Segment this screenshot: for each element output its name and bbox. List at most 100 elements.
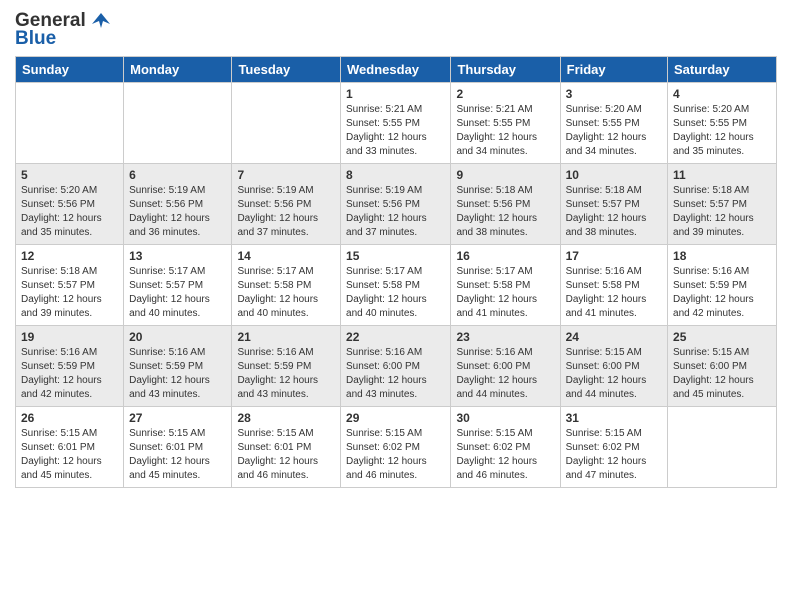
weekday-header-friday: Friday	[560, 57, 667, 83]
day-number: 18	[673, 249, 771, 263]
day-number: 8	[346, 168, 445, 182]
day-info: Sunrise: 5:16 AMSunset: 6:00 PMDaylight:…	[456, 346, 554, 402]
day-info: Sunrise: 5:15 AMSunset: 6:01 PMDaylight:…	[129, 427, 226, 483]
weekday-header-row: SundayMondayTuesdayWednesdayThursdayFrid…	[16, 57, 777, 83]
day-cell: 6 Sunrise: 5:19 AMSunset: 5:56 PMDaylight…	[124, 164, 232, 245]
day-cell: 14 Sunrise: 5:17 AMSunset: 5:58 PMDayligh…	[232, 245, 341, 326]
weekday-header-thursday: Thursday	[451, 57, 560, 83]
day-number: 31	[566, 411, 662, 425]
day-info: Sunrise: 5:16 AMSunset: 5:59 PMDaylight:…	[237, 346, 335, 402]
day-number: 13	[129, 249, 226, 263]
logo-blue: Blue	[15, 28, 56, 50]
day-number: 27	[129, 411, 226, 425]
day-number: 6	[129, 168, 226, 182]
day-number: 28	[237, 411, 335, 425]
day-cell: 18Sunrise: 5:16 AMSunset: 5:59 PMDayligh…	[668, 245, 777, 326]
header: General Blue	[15, 10, 777, 50]
day-cell: 25 Sunrise: 5:15 AMSunset: 6:00 PMDayligh…	[668, 326, 777, 407]
day-number: 15	[346, 249, 445, 263]
day-cell: 26 Sunrise: 5:15 AMSunset: 6:01 PMDayligh…	[16, 407, 124, 488]
day-number: 1	[346, 87, 445, 101]
day-cell: 2Sunrise: 5:21 AMSunset: 5:55 PMDaylight…	[451, 83, 560, 164]
day-cell: 29 Sunrise: 5:15 AMSunset: 6:02 PMDayligh…	[341, 407, 451, 488]
day-info: Sunrise: 5:18 AMSunset: 5:56 PMDaylight:…	[456, 184, 554, 240]
day-info: Sunrise: 5:16 AMSunset: 5:58 PMDaylight:…	[566, 265, 662, 321]
day-number: 7	[237, 168, 335, 182]
day-info: Sunrise: 5:15 AMSunset: 6:00 PMDaylight:…	[566, 346, 662, 402]
logo: General Blue	[15, 10, 112, 50]
day-info: Sunrise: 5:16 AMSunset: 5:59 PMDaylight:…	[21, 346, 118, 402]
weekday-header-sunday: Sunday	[16, 57, 124, 83]
day-cell: 10Sunrise: 5:18 AMSunset: 5:57 PMDayligh…	[560, 164, 667, 245]
day-info: Sunrise: 5:15 AMSunset: 6:01 PMDaylight:…	[237, 427, 335, 483]
week-row-2: 12 Sunrise: 5:18 AMSunset: 5:57 PMDayligh…	[16, 245, 777, 326]
week-row-0: 1 Sunrise: 5:21 AMSunset: 5:55 PMDaylight…	[16, 83, 777, 164]
day-number: 24	[566, 330, 662, 344]
day-number: 16	[456, 249, 554, 263]
day-cell: 11 Sunrise: 5:18 AMSunset: 5:57 PMDayligh…	[668, 164, 777, 245]
day-number: 3	[566, 87, 662, 101]
day-number: 26	[21, 411, 118, 425]
week-row-3: 19 Sunrise: 5:16 AMSunset: 5:59 PMDayligh…	[16, 326, 777, 407]
day-cell: 21Sunrise: 5:16 AMSunset: 5:59 PMDayligh…	[232, 326, 341, 407]
day-number: 22	[346, 330, 445, 344]
day-cell	[668, 407, 777, 488]
logo-bird-icon	[90, 10, 112, 32]
day-cell: 13 Sunrise: 5:17 AMSunset: 5:57 PMDayligh…	[124, 245, 232, 326]
day-info: Sunrise: 5:17 AMSunset: 5:58 PMDaylight:…	[346, 265, 445, 321]
weekday-header-wednesday: Wednesday	[341, 57, 451, 83]
calendar-table: SundayMondayTuesdayWednesdayThursdayFrid…	[15, 56, 777, 488]
day-number: 29	[346, 411, 445, 425]
day-cell	[124, 83, 232, 164]
day-info: Sunrise: 5:17 AMSunset: 5:58 PMDaylight:…	[237, 265, 335, 321]
day-number: 19	[21, 330, 118, 344]
day-cell: 31 Sunrise: 5:15 AMSunset: 6:02 PMDayligh…	[560, 407, 667, 488]
day-number: 5	[21, 168, 118, 182]
day-info: Sunrise: 5:15 AMSunset: 6:02 PMDaylight:…	[346, 427, 445, 483]
day-info: Sunrise: 5:15 AMSunset: 6:02 PMDaylight:…	[456, 427, 554, 483]
weekday-header-tuesday: Tuesday	[232, 57, 341, 83]
weekday-header-monday: Monday	[124, 57, 232, 83]
day-info: Sunrise: 5:19 AMSunset: 5:56 PMDaylight:…	[129, 184, 226, 240]
day-info: Sunrise: 5:20 AMSunset: 5:55 PMDaylight:…	[673, 103, 771, 159]
week-row-1: 5Sunrise: 5:20 AMSunset: 5:56 PMDaylight…	[16, 164, 777, 245]
day-info: Sunrise: 5:19 AMSunset: 5:56 PMDaylight:…	[237, 184, 335, 240]
day-cell	[232, 83, 341, 164]
day-cell: 16Sunrise: 5:17 AMSunset: 5:58 PMDayligh…	[451, 245, 560, 326]
day-info: Sunrise: 5:15 AMSunset: 6:02 PMDaylight:…	[566, 427, 662, 483]
day-info: Sunrise: 5:16 AMSunset: 5:59 PMDaylight:…	[129, 346, 226, 402]
day-cell: 23 Sunrise: 5:16 AMSunset: 6:00 PMDayligh…	[451, 326, 560, 407]
week-row-4: 26 Sunrise: 5:15 AMSunset: 6:01 PMDayligh…	[16, 407, 777, 488]
day-cell: 19 Sunrise: 5:16 AMSunset: 5:59 PMDayligh…	[16, 326, 124, 407]
day-cell	[16, 83, 124, 164]
day-cell: 28 Sunrise: 5:15 AMSunset: 6:01 PMDayligh…	[232, 407, 341, 488]
day-cell: 12 Sunrise: 5:18 AMSunset: 5:57 PMDayligh…	[16, 245, 124, 326]
day-info: Sunrise: 5:19 AMSunset: 5:56 PMDaylight:…	[346, 184, 445, 240]
day-info: Sunrise: 5:21 AMSunset: 5:55 PMDaylight:…	[456, 103, 554, 159]
day-cell: 22 Sunrise: 5:16 AMSunset: 6:00 PMDayligh…	[341, 326, 451, 407]
day-number: 9	[456, 168, 554, 182]
day-cell: 15 Sunrise: 5:17 AMSunset: 5:58 PMDayligh…	[341, 245, 451, 326]
day-info: Sunrise: 5:15 AMSunset: 6:01 PMDaylight:…	[21, 427, 118, 483]
day-cell: 30 Sunrise: 5:15 AMSunset: 6:02 PMDayligh…	[451, 407, 560, 488]
day-number: 10	[566, 168, 662, 182]
day-info: Sunrise: 5:17 AMSunset: 5:57 PMDaylight:…	[129, 265, 226, 321]
day-cell: 7 Sunrise: 5:19 AMSunset: 5:56 PMDaylight…	[232, 164, 341, 245]
day-number: 12	[21, 249, 118, 263]
day-number: 23	[456, 330, 554, 344]
day-cell: 8 Sunrise: 5:19 AMSunset: 5:56 PMDaylight…	[341, 164, 451, 245]
day-info: Sunrise: 5:15 AMSunset: 6:00 PMDaylight:…	[673, 346, 771, 402]
page: General Blue SundayMondayTuesdayWednesda…	[0, 0, 792, 612]
day-number: 20	[129, 330, 226, 344]
day-number: 11	[673, 168, 771, 182]
weekday-header-saturday: Saturday	[668, 57, 777, 83]
day-info: Sunrise: 5:18 AMSunset: 5:57 PMDaylight:…	[21, 265, 118, 321]
day-cell: 9 Sunrise: 5:18 AMSunset: 5:56 PMDaylight…	[451, 164, 560, 245]
day-info: Sunrise: 5:18 AMSunset: 5:57 PMDaylight:…	[673, 184, 771, 240]
day-number: 30	[456, 411, 554, 425]
day-number: 17	[566, 249, 662, 263]
day-number: 14	[237, 249, 335, 263]
day-cell: 3Sunrise: 5:20 AMSunset: 5:55 PMDaylight…	[560, 83, 667, 164]
day-number: 25	[673, 330, 771, 344]
day-info: Sunrise: 5:16 AMSunset: 6:00 PMDaylight:…	[346, 346, 445, 402]
